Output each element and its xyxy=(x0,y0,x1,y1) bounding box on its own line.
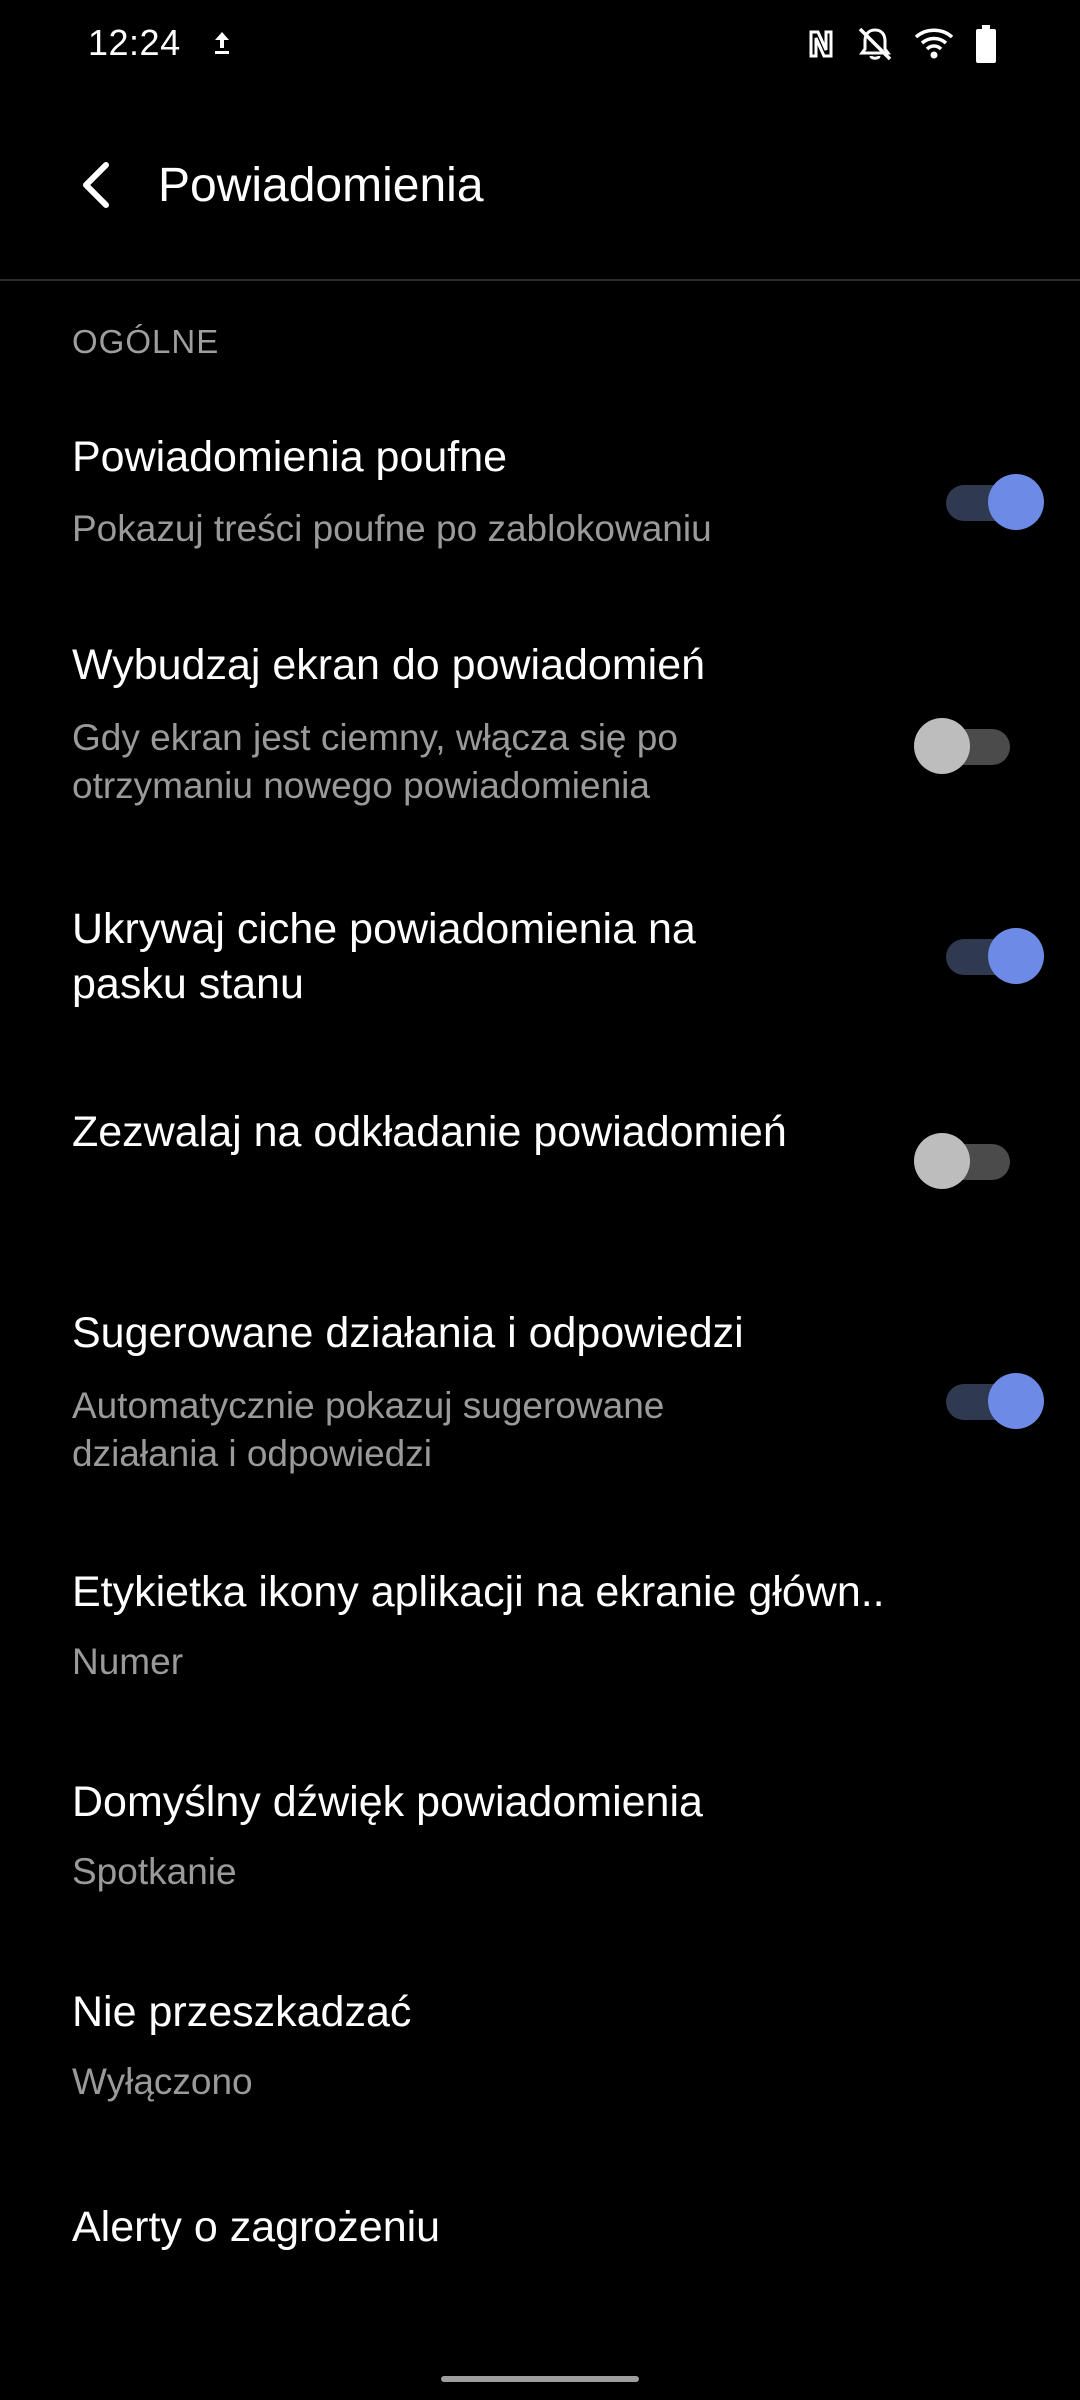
battery-icon xyxy=(976,25,996,63)
status-bar: 12:24 xyxy=(0,0,1080,90)
pref-title: Powiadomienia poufne xyxy=(72,433,508,481)
upload-icon xyxy=(215,32,229,54)
pref-emergency-alerts[interactable]: Alerty o zagrożeniu xyxy=(0,2185,1080,2315)
back-arrow-icon xyxy=(83,162,109,208)
pref-hide-silent-status-bar[interactable]: Ukrywaj ciche powiadomienia na pasku sta… xyxy=(0,880,1080,1050)
switch-thumb xyxy=(914,718,970,774)
switch-thumb xyxy=(988,1373,1044,1429)
pref-title: Ukrywaj ciche powiadomienia na pasku sta… xyxy=(72,905,696,1008)
back-button[interactable] xyxy=(60,140,132,230)
suggested-actions-switch[interactable] xyxy=(938,1370,1044,1430)
pref-app-icon-badge[interactable]: Etykietka ikony aplikacji na ekranie głó… xyxy=(0,1550,1080,1720)
pref-allow-snooze[interactable]: Zezwalaj na odkładanie powiadomień xyxy=(0,1085,1080,1255)
pref-title: Zezwalaj na odkładanie powiadomień xyxy=(72,1108,787,1156)
pref-default-sound[interactable]: Domyślny dźwięk powiadomienia Spotkanie xyxy=(0,1760,1080,1930)
pref-do-not-disturb[interactable]: Nie przeszkadzać Wyłączono xyxy=(0,1970,1080,2140)
pref-sensitive-notifications[interactable]: Powiadomienia poufne Pokazuj treści pouf… xyxy=(0,410,1080,580)
sensitive-notifications-switch[interactable] xyxy=(938,471,1044,531)
pref-wake-screen[interactable]: Wybudzaj ekran do powiadomień Gdy ekran … xyxy=(0,620,1080,840)
gesture-nav-handle[interactable] xyxy=(441,2376,639,2382)
pref-title: Etykietka ikony aplikacji na ekranie głó… xyxy=(72,1568,885,1616)
wake-screen-switch[interactable] xyxy=(914,715,1018,775)
allow-snooze-switch[interactable] xyxy=(914,1130,1018,1190)
nfc-icon xyxy=(809,30,833,58)
pref-summary: Gdy ekran jest ciemny, włącza się po otr… xyxy=(72,717,678,806)
switch-thumb xyxy=(914,1133,970,1189)
pref-title: Wybudzaj ekran do powiadomień xyxy=(72,641,706,689)
pref-summary: Pokazuj treści poufne po zablokowaniu xyxy=(72,508,712,549)
bell-off-icon xyxy=(858,27,892,61)
switch-thumb xyxy=(988,474,1044,530)
pref-summary: Wyłączono xyxy=(72,2061,253,2102)
pref-suggested-actions[interactable]: Sugerowane działania i odpowiedzi Automa… xyxy=(0,1290,1080,1510)
section-header: OGÓLNE xyxy=(72,323,220,360)
app-bar: Powiadomienia xyxy=(0,90,1080,280)
status-time: 12:24 xyxy=(88,22,181,63)
pref-summary: Spotkanie xyxy=(72,1851,237,1892)
pref-title: Alerty o zagrożeniu xyxy=(72,2203,441,2251)
pref-summary: Automatycznie pokazuj sugerowane działan… xyxy=(72,1385,665,1474)
pref-summary: Numer xyxy=(72,1641,184,1682)
pref-title: Nie przeszkadzać xyxy=(72,1988,412,2036)
app-bar-divider xyxy=(0,279,1080,281)
pref-title: Sugerowane działania i odpowiedzi xyxy=(72,1309,744,1357)
wifi-icon xyxy=(914,28,954,59)
status-icons xyxy=(806,22,998,66)
page-title: Powiadomienia xyxy=(158,159,484,212)
hide-silent-switch[interactable] xyxy=(938,925,1044,985)
pref-title: Domyślny dźwięk powiadomienia xyxy=(72,1778,703,1826)
switch-thumb xyxy=(988,928,1044,984)
